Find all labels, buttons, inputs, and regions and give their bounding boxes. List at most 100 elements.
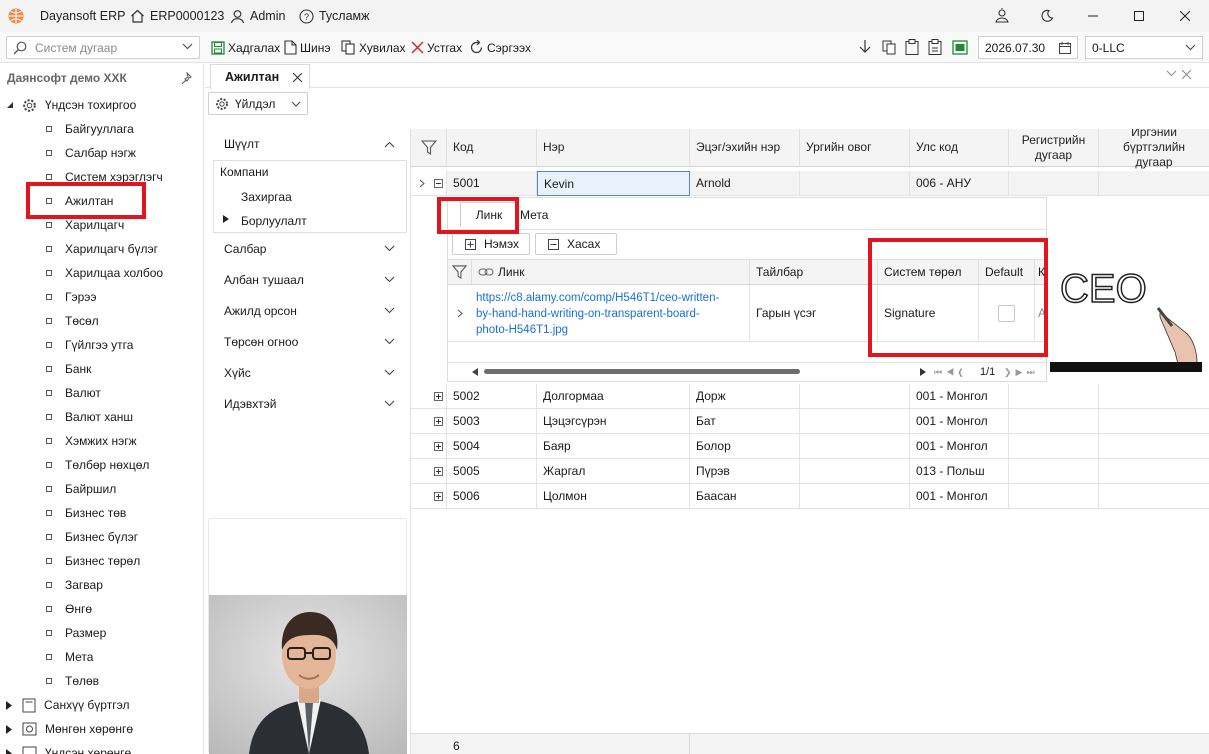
grid-cell[interactable]: 001 - Монгол xyxy=(910,409,1009,434)
grid-cell[interactable]: Бат xyxy=(690,409,800,434)
grid-cell[interactable]: Цолмон xyxy=(537,484,690,509)
expand-row-icon[interactable] xyxy=(431,484,447,509)
document-copy-icon[interactable] xyxy=(882,40,896,55)
save-button[interactable]: Хадгалах xyxy=(211,32,280,63)
pager-next-icons[interactable]: ❯▶⏭ xyxy=(1004,367,1039,378)
grid-cell[interactable]: Цэцэгсүрэн xyxy=(537,409,690,434)
grid-cell[interactable]: 5002 xyxy=(447,384,537,409)
grid-cell[interactable] xyxy=(1009,459,1099,484)
nav-item[interactable]: Төлөв xyxy=(0,669,99,693)
expand-row-icon[interactable] xyxy=(431,459,447,484)
desc-cell[interactable]: Гарын үсэг xyxy=(750,285,878,342)
row-expand-icon[interactable] xyxy=(448,285,472,342)
filter-header[interactable]: Шүүлт xyxy=(213,128,407,160)
column-header[interactable]: Ургийн овог xyxy=(800,129,910,167)
copy-button[interactable]: Хувилах xyxy=(341,32,406,63)
user-menu[interactable]: Admin xyxy=(230,0,285,32)
delete-button[interactable]: Устгах xyxy=(411,32,462,63)
column-header[interactable]: Регистрийн дугаар xyxy=(1009,129,1099,167)
remove-button[interactable]: Хасах xyxy=(535,233,617,255)
grid-cell[interactable]: Дорж xyxy=(690,384,800,409)
grid-cell[interactable]: 5004 xyxy=(447,434,537,459)
grid-cell[interactable] xyxy=(1009,171,1099,196)
grid-cell[interactable]: 001 - Монгол xyxy=(910,384,1009,409)
add-button[interactable]: Нэмэх xyxy=(452,233,530,255)
grid-cell[interactable] xyxy=(1099,484,1209,509)
link-cell[interactable]: https://c8.alamy.com/comp/H546T1/ceo-wri… xyxy=(472,285,750,342)
nav-item[interactable]: Мета xyxy=(0,645,93,669)
grid-cell[interactable]: 001 - Монгол xyxy=(910,434,1009,459)
nav-item[interactable]: Гэрээ xyxy=(0,285,97,309)
close-icon[interactable] xyxy=(1182,70,1191,79)
grid-cell[interactable] xyxy=(1009,384,1099,409)
expand-row-icon[interactable] xyxy=(431,409,447,434)
help-menu[interactable]: ? Тусламж xyxy=(299,0,370,32)
collapsed-triangle-icon[interactable] xyxy=(223,215,229,223)
nav-group-cash[interactable]: Мөнгөн хөрөнгө xyxy=(0,717,133,741)
new-button[interactable]: Шинэ xyxy=(284,32,330,63)
grid-cell[interactable] xyxy=(1099,434,1209,459)
grid-cell[interactable]: 006 - АНУ xyxy=(910,171,1009,196)
expand-row-icon[interactable] xyxy=(431,434,447,459)
filter-icon[interactable] xyxy=(448,260,472,285)
filter-section[interactable]: Төрсөн огноо xyxy=(213,326,407,357)
nav-item[interactable]: Бизнес бүлэг xyxy=(0,525,138,549)
grid-cell[interactable]: Болор xyxy=(690,434,800,459)
search-input[interactable]: Систем дугаар xyxy=(6,36,200,59)
filter-section[interactable]: Албан тушаал xyxy=(213,264,407,295)
grid-cell[interactable] xyxy=(1009,434,1099,459)
tab-close-icon[interactable] xyxy=(293,72,303,82)
row-arrow-icon[interactable] xyxy=(411,171,431,196)
column-header[interactable]: Код xyxy=(447,129,537,167)
nav-root-main-settings[interactable]: Үндсэн тохиргоо xyxy=(0,93,136,117)
desc-column-header[interactable]: Тайлбар xyxy=(750,260,878,285)
company-select[interactable]: 0-LLC xyxy=(1085,36,1203,59)
nav-item[interactable]: Бизнес төв xyxy=(0,501,126,525)
actions-dropdown[interactable]: Үйлдэл xyxy=(208,92,308,115)
nav-item[interactable]: Гүйлгээ утга xyxy=(0,333,133,357)
link-line[interactable]: by-hand-hand-writing-on-transparent-boar… xyxy=(476,308,700,320)
grid-cell[interactable] xyxy=(800,434,910,459)
grid-cell[interactable] xyxy=(800,459,910,484)
nav-item[interactable]: Валют ханш xyxy=(0,405,133,429)
user-status-button[interactable] xyxy=(979,0,1025,32)
grid-cell[interactable]: Arnold xyxy=(690,171,800,196)
filter-section[interactable]: Ажилд орсон xyxy=(213,295,407,326)
grid-cell[interactable] xyxy=(800,384,910,409)
grid-cell[interactable]: 001 - Монгол xyxy=(910,484,1009,509)
download-icon[interactable] xyxy=(858,40,872,55)
tree-node-sales[interactable]: Борлуулалт xyxy=(241,214,307,228)
grid-cell[interactable]: Баяр xyxy=(537,434,690,459)
date-field[interactable]: 2026.07.30 xyxy=(978,36,1078,59)
grid-cell[interactable]: Пүрэв xyxy=(690,459,800,484)
paste-icon[interactable] xyxy=(928,39,942,55)
nav-item[interactable]: Төсөл xyxy=(0,309,99,333)
grid-cell[interactable]: 5001 xyxy=(447,171,537,196)
nav-item[interactable]: Төлбөр нөхцөл xyxy=(0,453,149,477)
minimize-button[interactable] xyxy=(1070,0,1116,32)
grid-cell[interactable]: 5005 xyxy=(447,459,537,484)
tree-node-company[interactable]: Компани xyxy=(220,165,268,179)
grid-cell[interactable]: Долгормаа xyxy=(537,384,690,409)
grid-cell[interactable] xyxy=(1099,171,1209,196)
nav-item[interactable]: Өнгө xyxy=(0,597,92,621)
column-header[interactable]: Иргэний бүртгэлийн дугаар xyxy=(1099,129,1209,169)
column-header[interactable]: Эцэг/эхийн нэр xyxy=(690,129,800,167)
nav-item[interactable]: Салбар нэгж xyxy=(0,141,136,165)
pager-nav-icons[interactable]: ⏮◀❮ xyxy=(934,367,967,378)
horizontal-scrollbar[interactable] xyxy=(484,369,800,374)
nav-item[interactable]: Загвар xyxy=(0,573,103,597)
grid-cell[interactable]: Жаргал xyxy=(537,459,690,484)
grid-cell[interactable]: Kevin xyxy=(537,171,690,196)
pager-play-icon[interactable] xyxy=(920,368,926,376)
grid-cell[interactable] xyxy=(800,409,910,434)
nav-item[interactable]: Хэмжих нэгж xyxy=(0,429,137,453)
link-line[interactable]: photo-H546T1.jpg xyxy=(476,324,568,336)
tree-node-admin[interactable]: Захиргаа xyxy=(241,190,292,204)
pin-icon[interactable] xyxy=(180,72,192,84)
column-header[interactable]: Улс код xyxy=(910,129,1009,167)
grid-cell[interactable]: 5003 xyxy=(447,409,537,434)
nav-item[interactable]: Байршил xyxy=(0,477,116,501)
company-code[interactable]: ERP0000123 xyxy=(130,0,224,32)
refresh-button[interactable]: Сэргээх xyxy=(469,32,531,63)
